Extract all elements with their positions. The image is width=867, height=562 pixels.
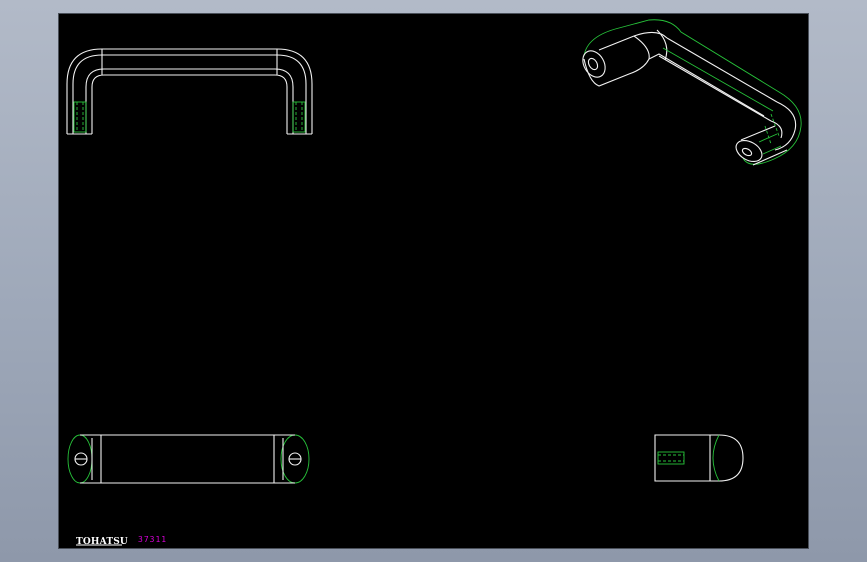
isometric-view [582, 19, 802, 166]
front-view [66, 48, 313, 135]
side-view [654, 434, 744, 482]
title-block: TOHATSU 37311 [76, 535, 167, 547]
top-view [67, 434, 310, 484]
cad-drawing: TOHATSU 37311 [66, 19, 802, 547]
part-number: 37311 [138, 535, 167, 544]
drawing-viewport[interactable]: TOHATSU 37311 [58, 13, 809, 549]
